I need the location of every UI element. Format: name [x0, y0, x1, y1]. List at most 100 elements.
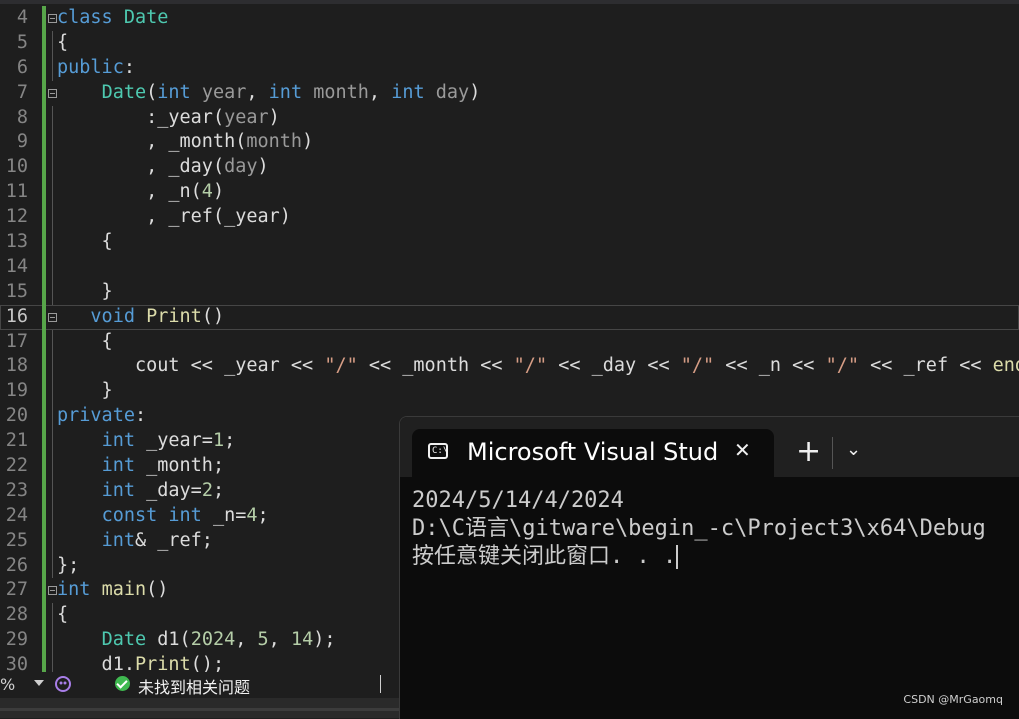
code-text: Date d1(2024, 5, 14);: [101, 629, 336, 651]
fold-toggle-icon[interactable]: [48, 88, 57, 98]
code-text: const int _n=4;: [101, 504, 269, 526]
new-tab-button[interactable]: +: [796, 435, 821, 469]
code-line[interactable]: 13 {: [0, 230, 1019, 255]
code-line[interactable]: 6 public:: [0, 55, 1019, 81]
chevron-down-icon[interactable]: ⌄: [846, 439, 861, 460]
line-number: 13: [5, 231, 28, 253]
code-line[interactable]: 10 , _day(day): [0, 155, 1019, 181]
line-number: 28: [5, 604, 28, 626]
code-line[interactable]: 12 , _ref(_year): [0, 205, 1019, 231]
code-text: }: [57, 280, 113, 302]
close-tab-icon[interactable]: ✕: [734, 438, 751, 462]
line-number: 11: [5, 181, 28, 203]
fold-guide: [52, 279, 53, 305]
code-line[interactable]: 9 , _month(month): [0, 130, 1019, 156]
line-number: 4: [16, 7, 28, 28]
fold-guide: [52, 329, 53, 355]
zoom-dropdown-icon[interactable]: [34, 680, 44, 686]
fold-guide: [52, 30, 53, 56]
change-indicator: [42, 6, 46, 31]
line-number: 27: [5, 579, 28, 601]
change-indicator: [42, 130, 46, 156]
code-line[interactable]: 19 }: [0, 379, 1019, 405]
code-text: {: [57, 604, 69, 626]
change-indicator: [42, 603, 46, 629]
change-indicator: [42, 105, 46, 131]
fold-guide: [52, 55, 53, 81]
fold-toggle-icon[interactable]: [48, 586, 57, 596]
change-indicator: [42, 55, 46, 81]
issues-status-text[interactable]: 未找到相关问题: [138, 674, 250, 698]
fold-guide: [52, 354, 53, 380]
terminal-output[interactable]: 2024/5/14/4/2024 D:\C语言\gitware\begin_-c\…: [412, 487, 986, 571]
change-indicator: [42, 478, 46, 504]
change-indicator: [42, 205, 46, 231]
fold-guide: [52, 454, 53, 479]
code-line[interactable]: 15 }: [0, 279, 1019, 305]
no-issues-check-icon: [115, 676, 130, 691]
change-indicator: [42, 30, 46, 56]
code-text: int& _ref;: [101, 529, 213, 551]
code-text: int _year=1;: [101, 430, 236, 452]
output-line: 2024/5/14/4/2024: [412, 488, 624, 513]
watermark: CSDN @MrGaomq: [903, 693, 1003, 706]
line-number: 22: [5, 455, 28, 477]
change-indicator: [42, 279, 46, 305]
change-indicator: [42, 528, 46, 554]
fold-guide: [52, 230, 53, 255]
line-number: 20: [5, 405, 28, 427]
fold-toggle-icon[interactable]: [48, 14, 57, 23]
fold-guide: [52, 404, 53, 430]
tab-divider: [832, 437, 833, 469]
line-number: 10: [5, 156, 28, 178]
status-separator: [380, 675, 381, 693]
fold-guide: [52, 553, 53, 579]
change-indicator: [42, 379, 46, 405]
fold-guide: [52, 105, 53, 131]
line-number: 5: [16, 31, 28, 53]
line-number: 9: [16, 131, 28, 153]
scrollbar-track[interactable]: [0, 708, 400, 711]
horizontal-scrollbar[interactable]: [0, 698, 400, 718]
editor-status-bar: % 未找到相关问题: [0, 672, 400, 698]
terminal-window[interactable]: C:\ Microsoft Visual Stud ✕ + ⌄ 2024/5/1…: [399, 416, 1019, 719]
fold-toggle-icon[interactable]: [48, 312, 57, 322]
line-number: 25: [5, 529, 28, 551]
line-number: 16: [5, 305, 28, 327]
line-number: 19: [5, 380, 28, 402]
change-indicator: [42, 304, 46, 330]
line-number: 24: [5, 504, 28, 526]
code-line[interactable]: 14: [0, 254, 1019, 280]
code-line[interactable]: 11 , _n(4): [0, 180, 1019, 206]
fold-guide: [52, 528, 53, 554]
code-text: d1.Print();: [57, 654, 225, 672]
line-number: 29: [5, 629, 28, 651]
fold-guide: [52, 254, 53, 280]
fold-guide: [52, 628, 53, 654]
line-number: 23: [5, 479, 28, 501]
code-text: class Date: [57, 7, 169, 28]
line-number: 30: [5, 654, 28, 672]
fold-guide: [52, 130, 53, 156]
line-number: 17: [5, 330, 28, 352]
change-indicator: [42, 180, 46, 206]
code-line[interactable]: 8 :_year(year): [0, 105, 1019, 131]
code-text: void Print(): [90, 305, 225, 327]
code-line[interactable]: 4 class Date: [0, 6, 1019, 31]
line-number: 26: [5, 554, 28, 576]
copilot-icon[interactable]: [54, 675, 72, 693]
code-text: {: [57, 31, 69, 53]
fold-guide: [52, 155, 53, 181]
zoom-label: %: [0, 675, 16, 694]
editor-top-border: [0, 0, 1019, 4]
change-indicator: [42, 429, 46, 455]
terminal-tab[interactable]: C:\ Microsoft Visual Stud ✕: [412, 429, 774, 477]
code-line[interactable]: 7 Date(int year, int month, int day): [0, 80, 1019, 106]
code-line[interactable]: 18 cout << _year << "/" << _month << "/"…: [0, 354, 1019, 380]
code-line[interactable]: 5{: [0, 30, 1019, 56]
output-line: 按任意键关闭此窗口. . .: [412, 544, 679, 569]
code-text: private:: [57, 405, 147, 427]
code-line[interactable]: 17 {: [0, 329, 1019, 355]
code-line[interactable]: 16 void Print(): [0, 304, 1019, 330]
line-number: 18: [5, 355, 28, 377]
